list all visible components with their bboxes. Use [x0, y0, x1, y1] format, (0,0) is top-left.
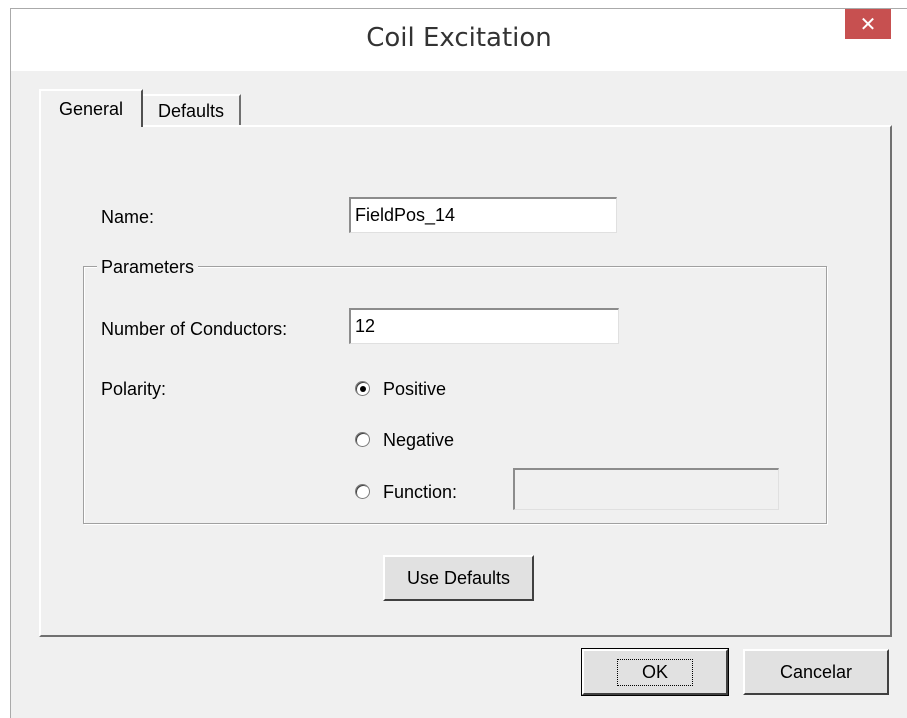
radio-positive[interactable] — [355, 381, 370, 396]
radio-selected-dot — [360, 386, 366, 392]
polarity-label: Polarity: — [101, 379, 167, 399]
use-defaults-label: Use Defaults — [406, 567, 511, 588]
use-defaults-button[interactable]: Use Defaults — [383, 555, 534, 601]
radio-negative-label: Negative — [383, 430, 455, 450]
name-input[interactable] — [349, 197, 617, 233]
close-button[interactable]: ✕ — [845, 9, 891, 39]
tab-defaults[interactable]: Defaults — [141, 94, 241, 126]
radio-negative[interactable] — [355, 432, 370, 447]
tab-defaults-label: Defaults — [157, 100, 225, 121]
radio-function[interactable] — [355, 484, 370, 499]
name-label: Name: — [101, 207, 155, 227]
function-input[interactable] — [513, 468, 779, 510]
cancel-button[interactable]: Cancelar — [743, 649, 889, 695]
conductors-input[interactable] — [349, 308, 619, 344]
radio-function-label: Function: — [383, 482, 458, 502]
radio-positive-label: Positive — [383, 379, 447, 399]
tab-general-label: General — [58, 98, 124, 119]
title-bar: Coil Excitation ✕ — [11, 9, 907, 71]
close-icon: ✕ — [859, 13, 877, 36]
tab-general[interactable]: General — [39, 89, 143, 127]
dialog-title: Coil Excitation — [366, 23, 552, 53]
ok-button[interactable]: OK — [581, 648, 729, 696]
ok-label: OK — [616, 658, 693, 686]
parameters-group-label: Parameters — [97, 257, 199, 278]
conductors-label: Number of Conductors: — [101, 319, 288, 339]
cancel-label: Cancelar — [779, 661, 853, 682]
dialog-window: Coil Excitation ✕ General Defaults Name:… — [10, 8, 907, 718]
